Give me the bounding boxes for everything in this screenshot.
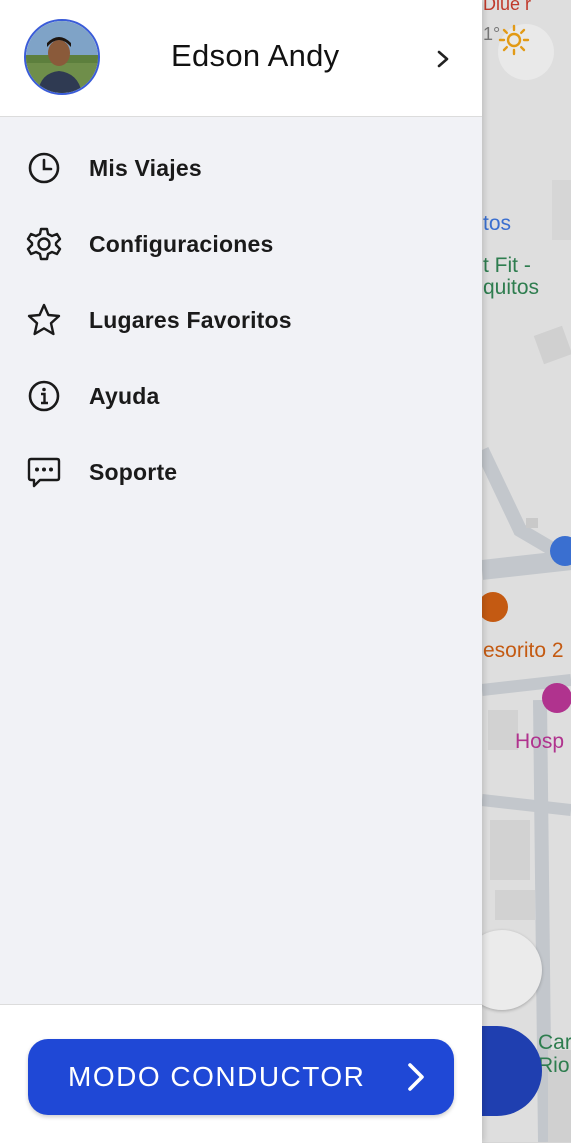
- map-label-car: Car: [538, 1031, 571, 1054]
- menu-item-label: Soporte: [89, 458, 178, 485]
- user-photo: [26, 21, 98, 93]
- navigation-drawer: Edson Andy Mis Viajes Configuraciones Lu…: [0, 0, 482, 1143]
- chevron-right-icon[interactable]: [432, 46, 454, 72]
- drawer-footer: MODO CONDUCTOR: [0, 1004, 482, 1143]
- star-icon: [26, 302, 62, 338]
- map-label-tesorito: esorito 2: [483, 639, 564, 662]
- clock-icon: [26, 150, 62, 186]
- driver-mode-button[interactable]: MODO CONDUCTOR: [28, 1039, 454, 1115]
- menu-item-label: Configuraciones: [89, 230, 274, 257]
- gear-icon: [26, 226, 62, 262]
- map-poi-restaurant[interactable]: [478, 592, 508, 622]
- user-name[interactable]: Edson Andy: [171, 38, 339, 74]
- map-label-quitos: quitos: [483, 276, 540, 299]
- sun-icon: [498, 24, 530, 56]
- map-label-top: Diue r: [483, 0, 532, 14]
- avatar[interactable]: [24, 19, 100, 95]
- map-poi-hospital[interactable]: [542, 683, 571, 713]
- menu-item-configuraciones[interactable]: Configuraciones: [0, 206, 482, 282]
- map-label-hosp: Hosp: [515, 730, 565, 753]
- info-icon: [26, 378, 62, 414]
- menu-item-lugares-favoritos[interactable]: Lugares Favoritos: [0, 282, 482, 358]
- map-label-rio: Rio: [538, 1054, 570, 1077]
- menu-item-label: Ayuda: [89, 382, 160, 409]
- drawer-menu: Mis Viajes Configuraciones Lugares Favor…: [0, 130, 482, 510]
- chat-icon: [26, 454, 62, 490]
- chevron-right-icon: [408, 1063, 424, 1091]
- profile-header[interactable]: Edson Andy: [0, 0, 482, 117]
- weather-button[interactable]: [498, 24, 554, 80]
- menu-item-label: Lugares Favoritos: [89, 306, 292, 333]
- menu-item-ayuda[interactable]: Ayuda: [0, 358, 482, 434]
- driver-mode-label: MODO CONDUCTOR: [68, 1061, 366, 1092]
- menu-item-label: Mis Viajes: [89, 154, 202, 181]
- map-label-tos: tos: [483, 212, 512, 235]
- map-label-fit: t Fit -: [483, 254, 531, 277]
- menu-item-mis-viajes[interactable]: Mis Viajes: [0, 130, 482, 206]
- menu-item-soporte[interactable]: Soporte: [0, 434, 482, 510]
